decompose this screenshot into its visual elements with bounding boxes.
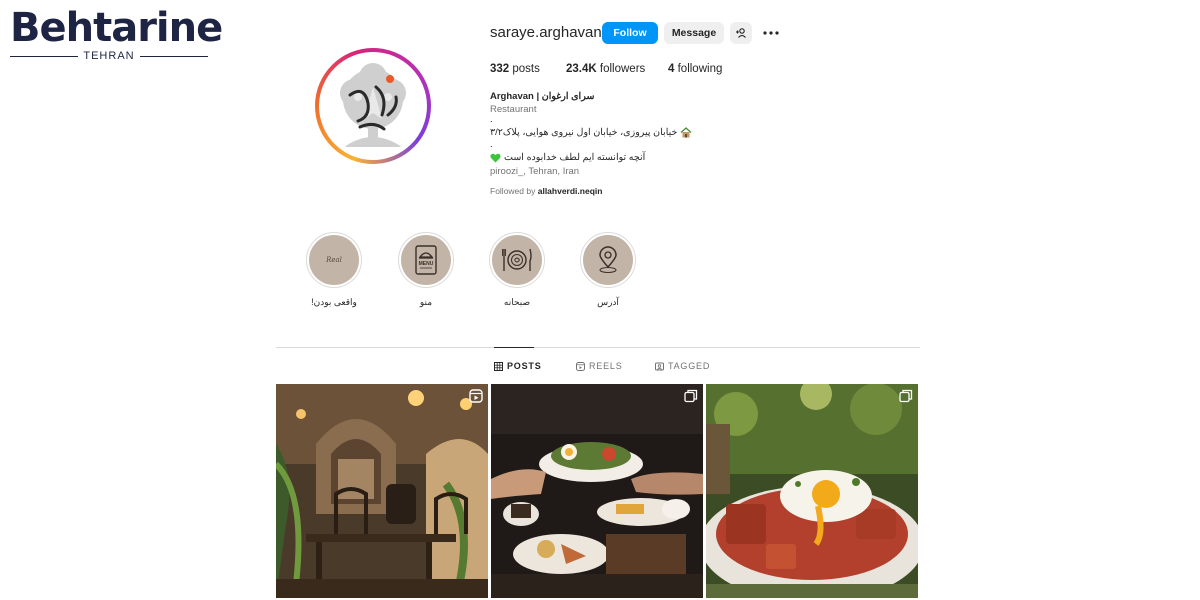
bio-address-line: خیابان پیروزی، خیابان اول نیروی هوایی، پ… bbox=[490, 127, 692, 138]
behtarine-logo: Behtarine TEHRAN bbox=[6, 4, 223, 62]
grid-icon bbox=[494, 361, 503, 371]
real-text-icon: Real bbox=[309, 235, 359, 285]
green-heart-icon bbox=[490, 153, 501, 162]
following-count: 4 bbox=[668, 63, 675, 75]
followed-by: Followed by allahverdi.neqin bbox=[490, 186, 602, 196]
profile-username: saraye.arghavan bbox=[490, 24, 602, 41]
tabs-divider bbox=[276, 347, 920, 348]
highlight-ring bbox=[489, 232, 545, 288]
posts-stat: 332 posts bbox=[490, 63, 540, 75]
carousel-badge-icon bbox=[899, 389, 913, 403]
following-label: following bbox=[677, 63, 723, 75]
bio-dot: . bbox=[490, 139, 493, 150]
followers-stat[interactable]: 23.4K followers bbox=[566, 63, 645, 75]
more-dots-icon bbox=[763, 31, 779, 35]
bio-name: Arghavan | سرای ارغوان bbox=[490, 91, 595, 102]
breakfast-plates-photo bbox=[491, 384, 703, 598]
active-tab-indicator bbox=[494, 347, 534, 348]
tab-tagged[interactable]: TAGGED bbox=[655, 361, 710, 371]
highlight-address[interactable]: آدرس bbox=[568, 232, 648, 308]
location-pin-icon bbox=[583, 235, 633, 285]
highlight-label: صبحانه bbox=[503, 297, 531, 307]
reel-badge-icon bbox=[469, 389, 483, 403]
arghavan-logo-icon bbox=[340, 63, 406, 147]
profile-avatar[interactable] bbox=[324, 57, 422, 155]
followed-by-user[interactable]: allahverdi.neqin bbox=[538, 186, 603, 196]
followers-count: 23.4K bbox=[566, 63, 597, 75]
suggest-user-button[interactable] bbox=[730, 22, 752, 44]
message-button[interactable]: Message bbox=[664, 22, 724, 44]
tab-reels[interactable]: REELS bbox=[576, 361, 623, 371]
highlight-label: واقعی بودن! bbox=[311, 297, 357, 307]
posts-label: posts bbox=[512, 63, 540, 75]
house-icon bbox=[680, 127, 692, 138]
highlight-inner-text: Real bbox=[326, 256, 342, 264]
following-stat[interactable]: 4 following bbox=[668, 63, 722, 75]
fried-egg-dish-photo bbox=[706, 384, 918, 598]
location-pin-icon bbox=[599, 246, 617, 274]
tab-label: REELS bbox=[589, 361, 623, 371]
tab-label: POSTS bbox=[507, 361, 542, 371]
highlight-menu[interactable]: MENU منو bbox=[386, 232, 466, 308]
highlight-ring: MENU bbox=[398, 232, 454, 288]
plate-cutlery-icon bbox=[502, 248, 532, 271]
highlight-breakfast[interactable]: صبحانه bbox=[477, 232, 557, 308]
carousel-badge-icon bbox=[684, 389, 698, 403]
tab-label: TAGGED bbox=[668, 361, 711, 371]
bio-tagline-line: آنچه توانسته ایم لطف خدابوده است bbox=[490, 152, 645, 163]
post-fried-egg[interactable] bbox=[706, 384, 918, 598]
bio-location[interactable]: piroozi_, Tehran, Iran bbox=[490, 166, 579, 177]
highlight-ring: Real bbox=[306, 232, 362, 288]
highlight-label: منو bbox=[419, 297, 433, 307]
menu-book-icon: MENU bbox=[401, 235, 451, 285]
menu-book-icon: MENU bbox=[415, 245, 437, 275]
logo-city-text: TEHRAN bbox=[6, 50, 212, 62]
post-breakfast-plates[interactable] bbox=[491, 384, 703, 598]
highlight-label: آدرس bbox=[597, 297, 619, 307]
reels-icon bbox=[576, 361, 585, 371]
add-person-icon bbox=[736, 28, 746, 38]
tagged-icon bbox=[655, 362, 664, 370]
tab-posts[interactable]: POSTS bbox=[494, 361, 542, 371]
cafe-interior-photo bbox=[276, 384, 488, 598]
plate-cutlery-icon bbox=[492, 235, 542, 285]
posts-count: 332 bbox=[490, 63, 510, 75]
followers-label: followers bbox=[599, 63, 646, 75]
followed-by-prefix: Followed by bbox=[490, 186, 536, 196]
logo-brand-text: Behtarine bbox=[10, 5, 223, 51]
post-cafe-interior[interactable] bbox=[276, 384, 488, 598]
highlight-inner-text: MENU bbox=[419, 261, 434, 267]
bio-category: Restaurant bbox=[490, 104, 537, 115]
highlight-ring bbox=[580, 232, 636, 288]
bio-address: خیابان پیروزی، خیابان اول نیروی هوایی، پ… bbox=[490, 127, 678, 138]
bio-dot: . bbox=[490, 114, 493, 125]
more-options-button[interactable] bbox=[760, 22, 782, 44]
follow-button[interactable]: Follow bbox=[602, 22, 658, 44]
highlight-real[interactable]: Real واقعی بودن! bbox=[294, 232, 374, 308]
bio-tagline: آنچه توانسته ایم لطف خدابوده است bbox=[504, 152, 646, 163]
